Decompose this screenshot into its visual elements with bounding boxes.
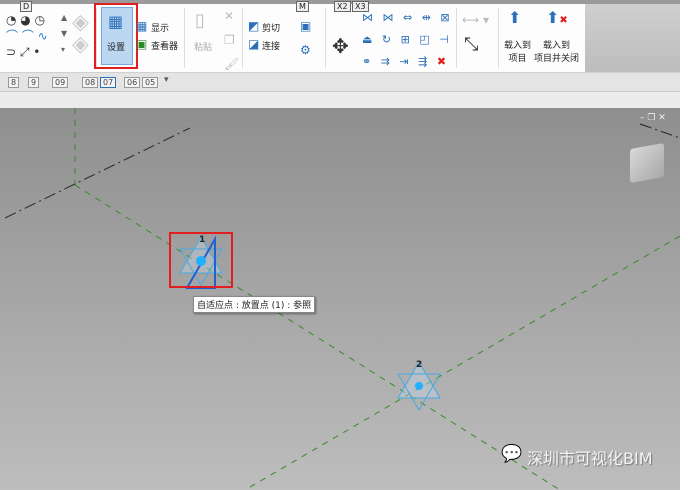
- move-icon[interactable]: ✥: [332, 36, 349, 56]
- point-number-2: 2: [416, 360, 423, 370]
- gallery-scroll-icon[interactable]: ▲ ▼ ▾: [61, 14, 67, 54]
- point-tool-icon[interactable]: ◔ ◕ ◷: [6, 14, 45, 26]
- cut-geometry-icon: ◩: [248, 19, 260, 33]
- view-tab[interactable]: 08: [82, 77, 99, 88]
- level-line: [4, 127, 191, 219]
- modify-tools-icons[interactable]: ⋈ ⋈ ⇔ ⇹ ⊠ ⏏ ↻ ⊞ ◰ ⊣ ⚭ ⇉ ⇥ ⇶ ✖: [362, 12, 453, 67]
- cut-icon[interactable]: ✕ ❐ 🖌: [224, 10, 239, 70]
- dimension-icon[interactable]: ⟷ ▾: [462, 14, 489, 26]
- level-line: [639, 123, 680, 139]
- join-icon: ◪: [248, 37, 260, 51]
- window-controls-icon[interactable]: – ❐ ✕: [640, 114, 666, 123]
- show-icon: ▦: [136, 19, 148, 33]
- view-tab[interactable]: 09: [52, 77, 69, 88]
- selection-highlight-box: [169, 232, 233, 288]
- form-icon: ◈ ◈: [72, 10, 89, 57]
- viewcube[interactable]: [630, 143, 664, 183]
- measure-icon[interactable]: ⤡: [464, 36, 478, 54]
- void-icon[interactable]: ▣ ⚙: [300, 20, 311, 56]
- load-to-project-icon: ⬆: [508, 8, 522, 27]
- load-and-close-icon: ⬆✖: [546, 8, 568, 27]
- cut-geometry-button[interactable]: 剪切: [262, 21, 280, 34]
- view-tabs-bar: 8 9 09 08 07 06 05 ▾: [0, 73, 680, 92]
- keytip-m: M: [296, 1, 309, 12]
- reference-lines: [74, 108, 680, 490]
- view-tab[interactable]: 06: [124, 77, 141, 88]
- ribbon-empty-area: [585, 4, 680, 72]
- view-tab[interactable]: 9: [28, 77, 40, 88]
- join-button[interactable]: 连接: [262, 39, 280, 52]
- wechat-icon: 💬: [501, 444, 523, 464]
- view-tab[interactable]: 8: [8, 77, 20, 88]
- paste-icon: ▯: [195, 10, 205, 31]
- viewer-icon: ▣: [136, 37, 148, 51]
- load-to-project-and-close-button[interactable]: 载入到 项目并关闭: [534, 38, 579, 64]
- ribbon: D M X2 X3 ◔ ◕ ◷ ⌒ ⌒ ∿ ⊃ ⤢ • ▲ ▼ ▾ ◈ ◈ ▦ 设置 …: [0, 0, 680, 73]
- tabs-dropdown-icon[interactable]: ▾: [164, 76, 169, 85]
- load-to-project-button[interactable]: 载入到 项目: [504, 38, 531, 64]
- highlight-box: [94, 3, 138, 69]
- tooltip: 自适应点 : 放置点 (1) : 参照: [193, 296, 316, 313]
- drawing-canvas[interactable]: 1 2 – ❐ ✕: [0, 108, 680, 490]
- viewer-button[interactable]: 查看器: [151, 39, 178, 52]
- keytip-x2: X2: [334, 1, 351, 12]
- arc-tool-icon[interactable]: ⌒ ⌒ ∿: [6, 30, 48, 42]
- watermark: 深圳市可视化BIM: [527, 449, 653, 468]
- spline-tool-icon[interactable]: ⊃ ⤢ •: [6, 46, 40, 58]
- view-tab-active[interactable]: 07: [100, 77, 117, 88]
- keytip-d: D: [20, 1, 33, 12]
- view-tab[interactable]: 05: [142, 77, 159, 88]
- paste-button[interactable]: 粘贴: [194, 40, 212, 53]
- reference-line: [74, 184, 561, 490]
- show-button[interactable]: 显示: [151, 21, 169, 34]
